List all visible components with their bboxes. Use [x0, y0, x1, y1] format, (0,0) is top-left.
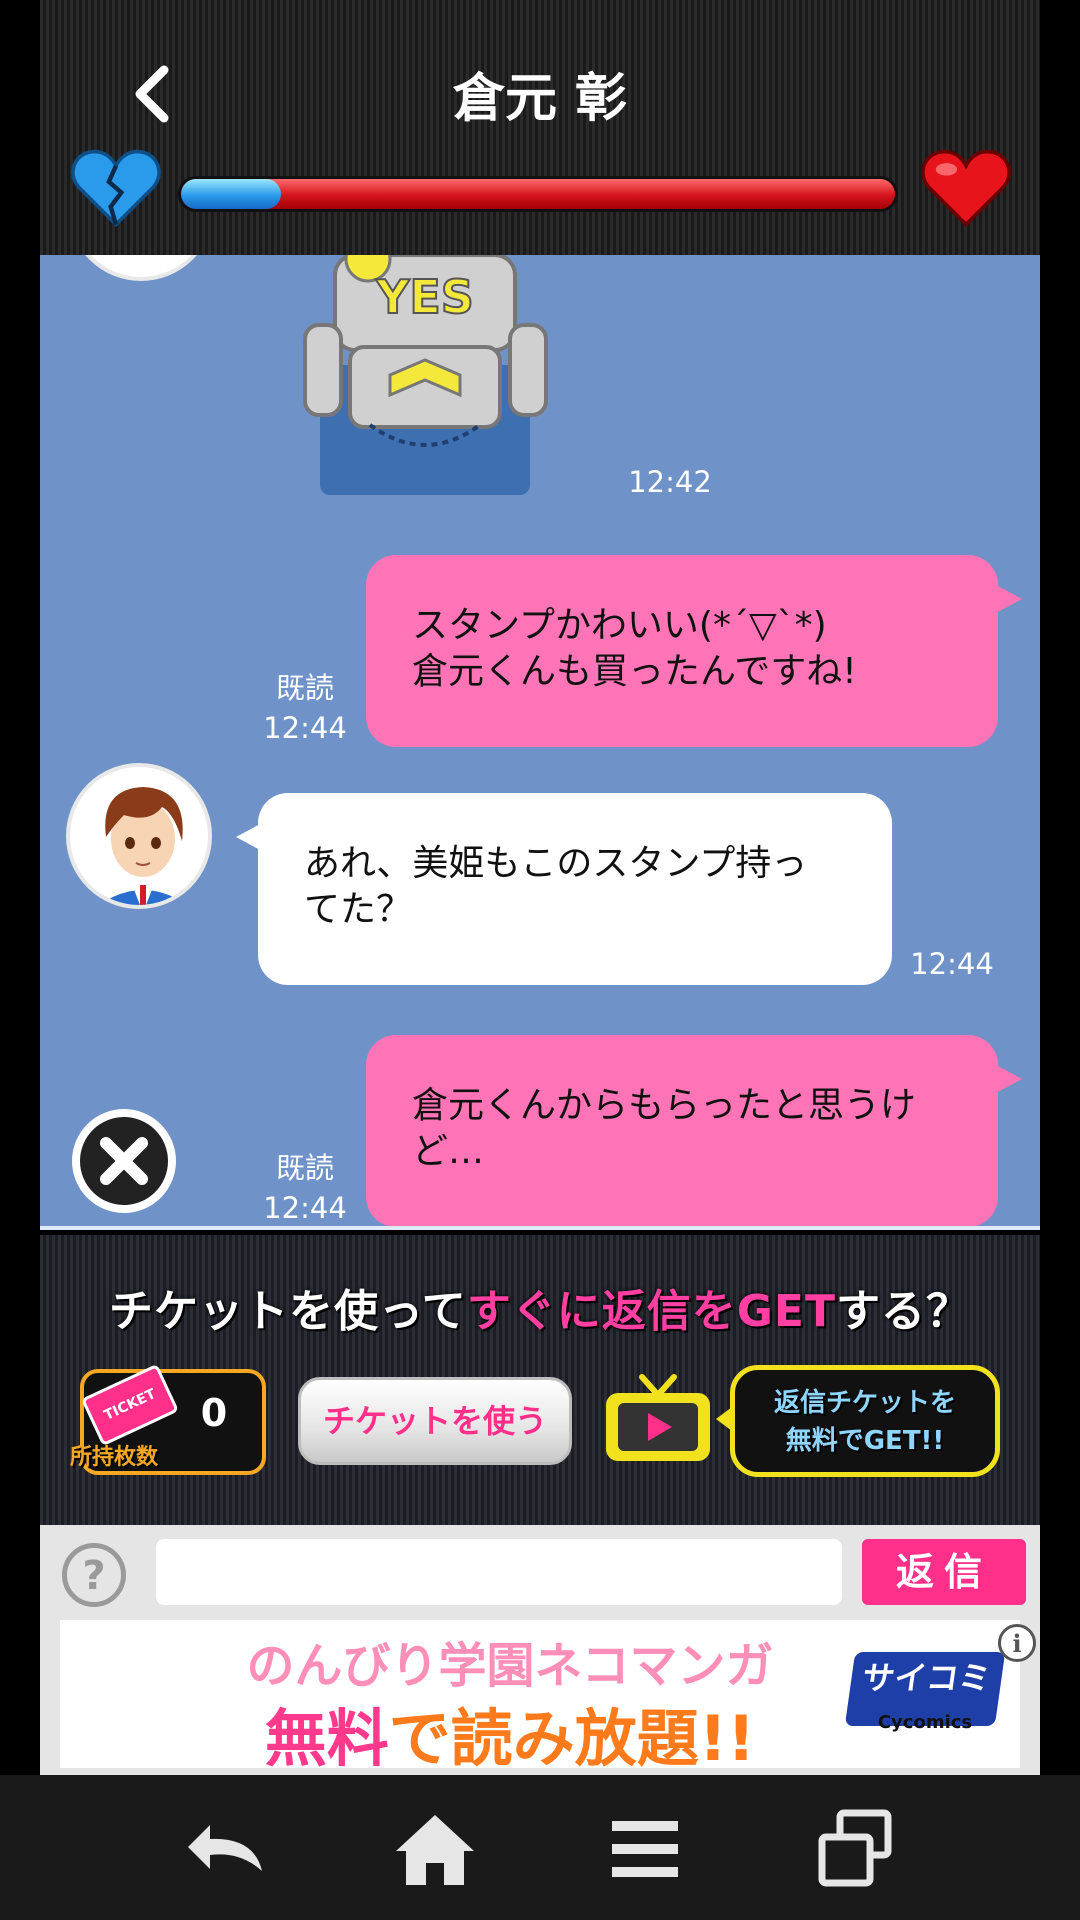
sticker-text: YES — [375, 270, 474, 324]
read-receipt: 既読 12:44 — [260, 1145, 350, 1225]
ticket-question-part3: する？ — [836, 1286, 971, 1337]
chat-header: 倉元 彰 — [40, 0, 1040, 255]
ad-area: のんびり学園ネコマンガ 無料で読み放題!! サイコミ Cycomics i — [40, 1620, 1040, 1775]
affection-meter-track — [181, 179, 895, 209]
avatar-image — [70, 767, 208, 905]
message-text-line: 倉元くんからもらったと思うけ — [412, 1085, 917, 1126]
sent-message-bubble[interactable]: スタンプかわいい(*´▽`*) 倉元くんも買ったんですね! — [366, 555, 998, 747]
nav-back-button[interactable] — [180, 1809, 270, 1889]
home-icon — [396, 1815, 474, 1885]
ticket-icon: TICKET — [80, 1363, 180, 1447]
ad-banner[interactable]: のんびり学園ネコマンガ 無料で読み放題!! サイコミ Cycomics i — [60, 1620, 1036, 1775]
ticket-question-part2: すぐに返信をGET — [466, 1286, 836, 1337]
ticket-question: チケットを使ってすぐに返信をGETする？ — [40, 1275, 1040, 1339]
heart-icon — [921, 149, 1011, 227]
contact-avatar[interactable] — [66, 763, 212, 909]
ticket-count: 0 — [200, 1391, 228, 1435]
ticket-count-box: TICKET 0 所持枚数 — [70, 1363, 266, 1475]
message-text-line: 倉元くんも買ったんですね! — [412, 651, 857, 692]
ad-tagline-part2: で読み放題!! — [388, 1702, 756, 1775]
message-text-line: スタンプかわいい(*´▽`*) — [412, 605, 827, 646]
message-time: 12:44 — [910, 947, 994, 981]
message-time: 12:42 — [628, 465, 712, 499]
recent-apps-icon — [818, 1809, 892, 1887]
sticker-image: YES — [303, 255, 548, 495]
ticket-count-label: 所持枚数 — [70, 1445, 159, 1470]
help-icon[interactable]: ? — [62, 1543, 126, 1607]
affection-meter-fill — [181, 179, 281, 209]
read-label: 既読 — [275, 1151, 334, 1185]
ad-headline: のんびり学園ネコマンガ — [246, 1638, 774, 1694]
read-receipt: 既読 12:44 — [260, 665, 350, 745]
free-ticket-line2: 無料でGET!! — [785, 1426, 945, 1456]
back-icon — [188, 1825, 262, 1871]
avatar[interactable] — [68, 255, 214, 281]
close-button[interactable] — [72, 1109, 176, 1213]
close-icon — [80, 1117, 168, 1205]
nav-recent-apps-button[interactable] — [810, 1809, 900, 1889]
contact-name: 倉元 彰 — [452, 69, 628, 129]
reply-input[interactable] — [156, 1539, 842, 1605]
ad-info-icon[interactable]: i — [998, 1624, 1036, 1662]
message-time: 12:44 — [263, 711, 347, 745]
received-message-bubble[interactable]: あれ、美姫もこのスタンプ持っ てた？ — [258, 793, 892, 985]
menu-icon — [612, 1821, 678, 1877]
chat-area[interactable]: YES 12:42 既読 12:44 スタンプかわいい(*´▽`*) 倉元くんも… — [40, 255, 1040, 1230]
ad-tagline-part1: 無料 — [264, 1702, 389, 1775]
message-text-line: あれ、美姫もこのスタンプ持っ — [304, 843, 808, 884]
use-ticket-button[interactable]: チケットを使う — [298, 1377, 572, 1465]
free-ticket-line1: 返信チケットを — [773, 1388, 956, 1418]
bubble-tail — [996, 1065, 1022, 1093]
nav-home-button[interactable] — [390, 1809, 480, 1889]
ad-brand-subtitle: Cycomics — [877, 1712, 973, 1733]
free-ticket-button[interactable]: 返信チケットを 無料でGET!! — [730, 1365, 1000, 1477]
ad-tagline: 無料で読み放題!! — [200, 1688, 820, 1778]
input-bar: ? 返信 — [40, 1525, 1040, 1620]
bubble-tail — [996, 585, 1022, 613]
message-time: 12:44 — [263, 1191, 347, 1225]
nav-menu-button[interactable] — [600, 1809, 690, 1889]
ticket-bar: チケットを使ってすぐに返信をGETする？ TICKET 0 所持枚数 チケットを… — [40, 1235, 1040, 1525]
message-text-line: てた？ — [304, 889, 413, 930]
broken-heart-icon — [71, 149, 161, 227]
send-button[interactable]: 返信 — [862, 1539, 1026, 1605]
message-text-line: ど… — [412, 1131, 485, 1172]
read-label: 既読 — [275, 671, 334, 705]
ticket-question-part1: チケットを使って — [109, 1286, 467, 1337]
video-ad-icon[interactable] — [602, 1373, 714, 1465]
sent-message-bubble[interactable]: 倉元くんからもらったと思うけ ど… — [366, 1035, 998, 1226]
affection-meter — [178, 176, 898, 212]
system-nav-bar — [0, 1775, 1080, 1920]
